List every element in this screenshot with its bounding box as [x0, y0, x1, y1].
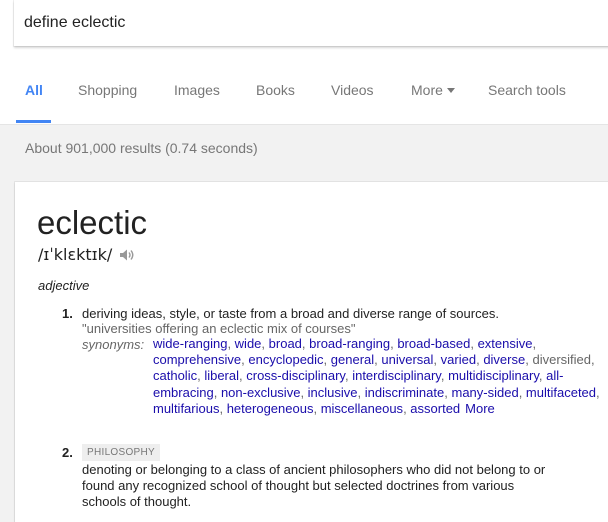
- tab-shopping[interactable]: Shopping: [78, 82, 137, 98]
- synonym-separator: ,: [433, 352, 441, 368]
- synonym-separator: ,: [440, 368, 449, 384]
- synonym-link[interactable]: wide-ranging: [153, 336, 227, 351]
- tab-books[interactable]: Books: [256, 82, 295, 98]
- pronunciation-row: /ɪˈklɛktɪk/: [38, 245, 135, 264]
- speaker-icon[interactable]: [119, 248, 135, 262]
- synonym-separator: ,: [591, 352, 595, 368]
- synonym-separator: ,: [213, 384, 221, 400]
- synonym-link[interactable]: catholic: [153, 368, 197, 383]
- sense-number: 2.: [62, 445, 73, 460]
- synonym-link[interactable]: encyclopedic: [248, 352, 323, 367]
- synonym-link[interactable]: comprehensive: [153, 352, 241, 367]
- synonym-separator: ,: [470, 336, 478, 351]
- subject-label: PHILOSOPHY: [82, 444, 161, 461]
- synonym-link[interactable]: multifaceted: [526, 385, 596, 400]
- sense-definition-line: found any recognized school of thought b…: [82, 478, 515, 493]
- search-tabs-bar: All Shopping Images Books Videos More Se…: [0, 62, 608, 125]
- search-input[interactable]: [24, 12, 584, 34]
- synonym-link[interactable]: liberal: [204, 368, 239, 383]
- synonym-link[interactable]: multifarious: [153, 401, 219, 416]
- synonym-link[interactable]: indiscriminate: [365, 385, 444, 400]
- chevron-down-icon: [446, 87, 455, 93]
- sense-example: "universities offering an eclectic mix o…: [82, 321, 356, 336]
- synonym-link[interactable]: miscellaneous: [321, 401, 403, 416]
- synonym-link[interactable]: heterogeneous: [227, 401, 314, 416]
- search-box[interactable]: [14, 0, 608, 46]
- synonym-link[interactable]: universal: [381, 352, 433, 367]
- pronunciation: /ɪˈklɛktɪk/: [38, 245, 113, 264]
- top-bar: [0, 0, 608, 62]
- synonym-link[interactable]: diversified: [532, 352, 591, 367]
- synonym-link[interactable]: inclusive: [308, 385, 358, 400]
- synonym-link[interactable]: non-exclusive: [221, 385, 301, 400]
- synonym-link[interactable]: interdisciplinary: [352, 368, 441, 383]
- synonym-separator: ,: [532, 336, 537, 351]
- tab-videos[interactable]: Videos: [331, 82, 374, 98]
- synonyms-label: synonyms:: [82, 337, 145, 352]
- synonym-link[interactable]: broad-based: [397, 336, 470, 351]
- synonym-link[interactable]: many-sided: [451, 385, 518, 400]
- sense-definition-line: denoting or belonging to a class of anci…: [82, 462, 546, 477]
- tab-more[interactable]: More: [411, 82, 455, 98]
- dictionary-card: eclectic /ɪˈklɛktɪk/ adjective 1. derivi…: [15, 182, 608, 522]
- synonym-separator: ,: [227, 336, 235, 351]
- synonym-separator: ,: [596, 384, 600, 400]
- synonym-link[interactable]: wide: [235, 336, 262, 351]
- synonyms-list: wide-ranging, wide, broad, broad-ranging…: [153, 336, 608, 417]
- tab-images[interactable]: Images: [174, 82, 220, 98]
- synonym-separator: ,: [261, 336, 269, 351]
- synonym-separator: ,: [323, 352, 331, 368]
- synonym-separator: ,: [300, 384, 308, 400]
- synonym-link[interactable]: extensive: [478, 336, 533, 351]
- tab-search-tools[interactable]: Search tools: [488, 82, 566, 98]
- more-synonyms-link[interactable]: More: [465, 401, 495, 416]
- part-of-speech: adjective: [38, 278, 90, 293]
- synonym-separator: ,: [357, 384, 365, 400]
- synonym-link[interactable]: broad-ranging: [309, 336, 390, 351]
- tab-more-label: More: [411, 82, 443, 98]
- active-tab-indicator: [16, 120, 51, 123]
- sense-definition: deriving ideas, style, or taste from a b…: [82, 306, 499, 321]
- tab-all[interactable]: All: [25, 82, 43, 98]
- synonym-separator: ,: [518, 384, 526, 400]
- synonym-link[interactable]: diverse: [483, 352, 525, 367]
- synonym-link[interactable]: cross-disciplinary: [246, 368, 345, 383]
- synonym-link[interactable]: varied: [441, 352, 476, 367]
- synonym-separator: ,: [313, 400, 321, 416]
- synonym-link[interactable]: assorted: [410, 401, 460, 416]
- synonym-link[interactable]: multidisciplinary: [448, 368, 539, 383]
- sense-definition-line: schools of thought.: [82, 494, 192, 509]
- result-stats: About 901,000 results (0.74 seconds): [25, 140, 258, 156]
- headword: eclectic: [37, 204, 148, 241]
- synonym-separator: ,: [219, 400, 227, 416]
- sense-number: 1.: [62, 306, 73, 321]
- synonym-link[interactable]: general: [331, 352, 374, 367]
- synonym-link[interactable]: broad: [269, 336, 302, 351]
